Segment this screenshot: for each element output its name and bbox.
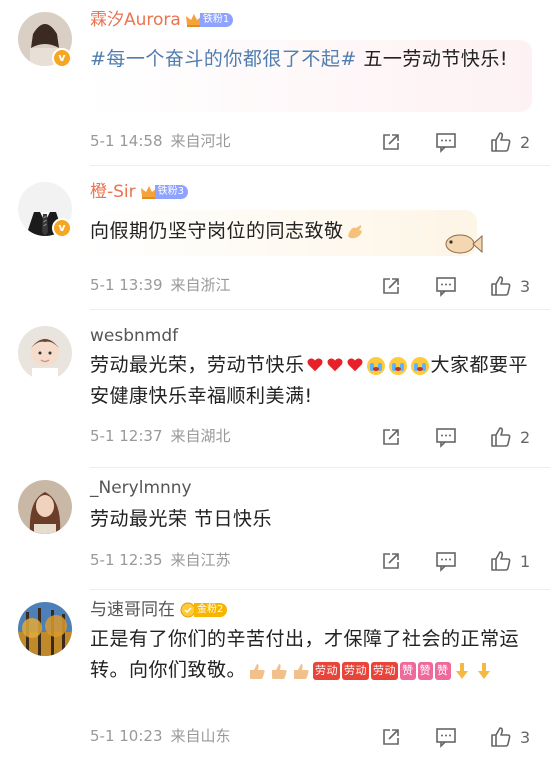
- share-button[interactable]: [380, 425, 402, 449]
- thumbs-up-emoji-icon: [272, 663, 287, 679]
- share-button[interactable]: [380, 130, 402, 154]
- comment-time: 5-1 12:35: [90, 551, 163, 569]
- thumbs-up-icon: [491, 276, 511, 296]
- like-button[interactable]: 3: [490, 725, 530, 749]
- thumbs-up-icon: [491, 551, 511, 571]
- comment-text: 劳动最光荣，劳动节快乐 大家都要平安健康快乐幸福顺利美满!: [90, 354, 529, 407]
- comment-meta: 5-1 13:39 来自浙江: [90, 274, 239, 296]
- comment-time: 5-1 10:23: [90, 727, 163, 745]
- comment-time: 5-1 12:37: [90, 427, 163, 445]
- verified-icon: v: [52, 218, 72, 238]
- comment-text: 正是有了你们的辛苦付出，才保障了社会的正常运转。向你们致敬。 劳动 劳动 劳动赞赞赞: [90, 628, 520, 681]
- username[interactable]: 霖汐Aurora: [90, 8, 181, 32]
- thumbs-up-icon: [491, 727, 511, 747]
- comment-location: 来自湖北: [170, 427, 231, 445]
- crying-emoji-icon: [410, 356, 429, 375]
- name-row: wesbnmdf: [90, 324, 178, 348]
- heart-emoji-icon: [346, 358, 363, 372]
- comment-location: 来自河北: [170, 132, 231, 150]
- share-button[interactable]: [380, 549, 402, 573]
- name-row: 橙-Sir 铁粉3: [90, 180, 189, 204]
- avatar[interactable]: [18, 480, 72, 534]
- pointing-down-emoji-icon: [477, 662, 490, 679]
- share-icon: [383, 553, 399, 569]
- labor-badge-emoji: 劳动: [313, 661, 341, 680]
- comment-icon: [436, 552, 456, 572]
- avatar[interactable]: [18, 326, 72, 380]
- comment-item: wesbnmdf 劳动最光荣，劳动节快乐 大家都要平安健康快乐幸福顺利美满! 5-…: [0, 310, 550, 468]
- comment-icon: [436, 728, 456, 748]
- comment-text: 向假期仍坚守岗位的同志致敬: [90, 216, 530, 247]
- comment-time: 5-1 14:58: [90, 132, 163, 150]
- comment-icon: [436, 133, 456, 153]
- labor-badge-emoji: 劳动: [371, 661, 399, 680]
- comment-time: 5-1 13:39: [90, 276, 163, 294]
- comment-icon: [436, 277, 456, 297]
- comment-meta: 5-1 12:37 来自湖北: [90, 425, 239, 447]
- reply-button[interactable]: [435, 130, 457, 154]
- fan-badge[interactable]: 金粉2: [179, 602, 228, 618]
- comment-meta: 5-1 14:58 来自河北: [90, 130, 239, 152]
- name-row: 与速哥同在 金粉2: [90, 598, 228, 622]
- username[interactable]: _Nerylmnny: [90, 476, 192, 500]
- like-count: 3: [520, 276, 531, 296]
- comment-meta: 5-1 10:23 来自山东: [90, 725, 239, 747]
- like-button[interactable]: 2: [490, 425, 530, 449]
- praise-badge-emoji: 赞: [400, 661, 416, 680]
- share-button[interactable]: [380, 274, 402, 298]
- heart-emoji-icon: [306, 358, 323, 372]
- share-icon: [383, 278, 399, 294]
- like-count: 2: [520, 427, 531, 447]
- reply-button[interactable]: [435, 425, 457, 449]
- comment-icon: [436, 428, 456, 448]
- fan-badge[interactable]: 铁粉3: [140, 184, 189, 200]
- share-icon: [383, 429, 399, 445]
- praise-badge-emoji: 赞: [435, 661, 451, 680]
- thumbs-up-emoji-icon: [294, 663, 309, 679]
- share-button[interactable]: [380, 725, 402, 749]
- fan-badge[interactable]: 铁粉1: [185, 12, 234, 28]
- pointing-down-emoji-icon: [455, 662, 468, 679]
- comment-meta: 5-1 12:35 来自江苏: [90, 549, 239, 571]
- name-row: 霖汐Aurora 铁粉1: [90, 8, 234, 32]
- praise-badge-emoji: 赞: [417, 661, 434, 680]
- comment-item: v 橙-Sir 铁粉3 向假期仍坚守岗位的同志致敬 5-1 13:39 来自浙江 …: [0, 166, 550, 310]
- heart-emoji-icon: [326, 358, 343, 372]
- thumbs-up-icon: [491, 132, 511, 152]
- like-button[interactable]: 2: [490, 130, 530, 154]
- comment-location: 来自浙江: [170, 276, 231, 294]
- hashtag-link[interactable]: #每一个奋斗的你都很了不起#: [90, 48, 357, 70]
- avatar[interactable]: [18, 602, 72, 656]
- name-row: _Nerylmnny: [90, 476, 192, 500]
- thumbs-up-emoji-icon: [250, 663, 265, 679]
- comment-text: #每一个奋斗的你都很了不起# 五一劳动节快乐!: [90, 48, 509, 70]
- like-button[interactable]: 3: [490, 274, 530, 298]
- comment-item: _Nerylmnny 劳动最光荣 节日快乐 5-1 12:35 来自江苏 1: [0, 468, 550, 590]
- crying-emoji-icon: [366, 356, 385, 375]
- thumbs-up-icon: [491, 427, 511, 447]
- share-icon: [383, 729, 399, 745]
- comment-item: v 霖汐Aurora 铁粉1 #每一个奋斗的你都很了不起# 五一劳动节快乐! 5…: [0, 0, 550, 166]
- crying-emoji-icon: [388, 356, 407, 375]
- username[interactable]: 与速哥同在: [90, 598, 175, 622]
- labor-badge-emoji: 劳动: [342, 661, 370, 680]
- username[interactable]: 橙-Sir: [90, 180, 136, 204]
- comment-text: 劳动最光荣 节日快乐: [90, 508, 273, 530]
- comment-location: 来自山东: [170, 727, 231, 745]
- username[interactable]: wesbnmdf: [90, 324, 178, 348]
- clap-emoji-icon: [347, 224, 362, 238]
- like-count: 1: [520, 551, 531, 571]
- like-count: 2: [520, 132, 531, 152]
- like-button[interactable]: 1: [490, 549, 530, 573]
- reply-button[interactable]: [435, 274, 457, 298]
- like-count: 3: [520, 727, 531, 747]
- share-icon: [383, 134, 399, 150]
- comment-item: 与速哥同在 金粉2 正是有了你们的辛苦付出，才保障了社会的正常运转。向你们致敬。…: [0, 590, 550, 759]
- verified-icon: v: [52, 48, 72, 68]
- reply-button[interactable]: [435, 725, 457, 749]
- comment-location: 来自江苏: [170, 551, 231, 569]
- reply-button[interactable]: [435, 549, 457, 573]
